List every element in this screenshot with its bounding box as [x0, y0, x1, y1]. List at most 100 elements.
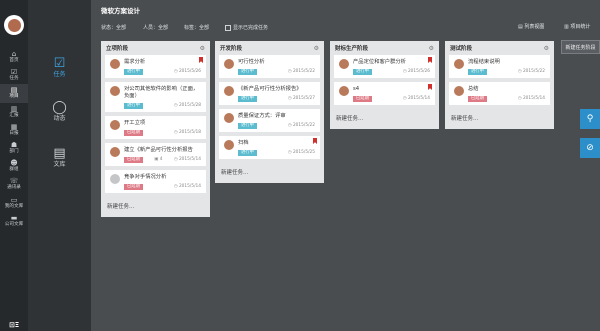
subnav-item-label: 文库 [53, 161, 66, 168]
unlink-button[interactable]: ⊘ [580, 138, 600, 158]
task-title: 流程结束说明 [468, 59, 500, 65]
nav-item[interactable]: ☏ 通讯录 [0, 175, 28, 193]
task-card[interactable]: 对公司其他软件的影响（正面，负面） 进行中 ◷ 2015/5/28 [105, 82, 206, 112]
stage-column: 财标生产阶段 ⚙ 产品定位和客户群分析 进行中 ◷ 2015/5/26 s4 已延期 ◷ 20… [330, 41, 439, 129]
assignee-avatar [224, 113, 234, 123]
nav-item[interactable]: ⌂ 首页 [0, 48, 28, 66]
nav-item-label: 通讯录 [7, 185, 21, 191]
subnav-item-label: 动态 [53, 115, 66, 122]
column-title: 财标生产阶段 [335, 46, 369, 52]
task-card[interactable]: 产品定位和客户群分析 进行中 ◷ 2015/5/26 [334, 55, 435, 78]
task-title: 竞争对手情况分析 [124, 174, 167, 180]
status-badge: 进行中 [238, 68, 257, 75]
sub-nav: ☑ 任务 ◯ 动态 ▤ 文库 [28, 0, 91, 331]
nav-item[interactable]: ☑ 任务 [0, 66, 28, 84]
my-library-icon: ▭ [10, 195, 18, 204]
new-task-link[interactable]: 新建任务... [101, 197, 210, 217]
nav-item[interactable]: ▤ 项目 [0, 84, 28, 103]
column-header: 测试阶段 ⚙ [445, 41, 554, 55]
subnav-item[interactable]: ▤ 文库 [28, 147, 91, 169]
gear-icon[interactable]: ⚙ [314, 45, 319, 52]
project-stats-link[interactable]: ▥ 项目统计 [564, 23, 590, 30]
task-card[interactable]: 总结 已延期 ◷ 2015/5/14 [449, 82, 550, 105]
due-date: ◷ 2015/5/14 [402, 96, 430, 101]
status-filter[interactable]: 状态：全部 [101, 24, 126, 31]
column-header: 开发阶段 ⚙ [215, 41, 324, 55]
show-done-label: 显示已完成任务 [233, 25, 269, 31]
gear-icon[interactable]: ⚙ [544, 45, 549, 52]
subnav-item[interactable]: ☑ 任务 [28, 57, 91, 79]
assignee-avatar [224, 86, 234, 96]
stage-column: 测试阶段 ⚙ 流程结束说明 进行中 ◷ 2015/5/22 总结 已延期 ◷ 2015/5/1… [445, 41, 554, 129]
nav-item-label: 首页 [9, 58, 19, 64]
status-badge: 已延期 [124, 156, 143, 163]
due-date: ◷ 2015/5/14 [173, 184, 201, 189]
top-bar: 微软方案设计 状态：全部 人员：全部 标签：全部 显示已完成任务 ▤ 列表视图 … [91, 0, 600, 40]
nav-item-label: 项目 [9, 94, 19, 100]
show-done-toggle[interactable]: 显示已完成任务 [225, 24, 268, 31]
task-title: 产品定位和客户群分析 [353, 59, 406, 65]
project-title: 微软方案设计 [101, 7, 140, 15]
task-card[interactable]: 《新产品可行性分析报告》 进行中 ◷ 2015/5/27 [219, 82, 320, 105]
nav-item-label: 我的文库 [4, 203, 24, 209]
checkbox-icon[interactable] [225, 24, 231, 31]
task-title: 《新产品可行性分析报告》 [238, 86, 302, 92]
task-card[interactable]: 竞争对手情况分析 已延期 ◷ 2015/5/14 [105, 170, 206, 193]
user-avatar[interactable] [4, 15, 24, 35]
gear-icon[interactable]: ⚙ [200, 45, 205, 52]
due-date: ◷ 2015/5/26 [173, 69, 201, 74]
person-filter[interactable]: 人员：全部 [143, 24, 168, 31]
flag-icon [428, 57, 432, 63]
task-card[interactable]: 开工立项已延期 ◷ 2015/5/18 [105, 116, 206, 139]
task-title: 质量保证方式：评审 [238, 113, 286, 119]
assignee-avatar [110, 174, 120, 184]
task-card[interactable]: 可行性分析 进行中 ◷ 2015/5/22 [219, 55, 320, 78]
new-task-stage-button[interactable]: 新建任务阶段 [561, 40, 600, 54]
document-icon: ▤ [53, 146, 66, 161]
nav-item-label: 群组 [9, 167, 19, 173]
search-button[interactable]: ⚲ [580, 109, 600, 129]
nav-item[interactable]: ▦ 日报 [0, 121, 28, 139]
column-header: 财标生产阶段 ⚙ [330, 41, 439, 55]
assignee-avatar [454, 59, 464, 69]
assignee-avatar [339, 59, 349, 69]
list-view-link[interactable]: ▤ 列表视图 [518, 23, 544, 30]
nav-item[interactable]: ☗ 部门 [0, 139, 28, 157]
task-card[interactable]: s4 已延期 ◷ 2015/5/14 [334, 82, 435, 105]
status-badge: 已延期 [124, 129, 143, 136]
task-card[interactable]: 需求分析进行中 ◷ 2015/5/26 [105, 55, 206, 78]
task-title: 总结 [468, 86, 479, 92]
due-date: ◷ 2015/5/25 [287, 150, 315, 155]
due-date: ◷ 2015/5/26 [402, 69, 430, 74]
search-icon: ⚲ [586, 114, 594, 124]
status-badge: 进行中 [124, 68, 143, 75]
report-icon: ▥ [10, 104, 18, 113]
status-badge: 进行中 [238, 122, 257, 129]
gear-icon[interactable]: ⚙ [429, 45, 434, 52]
task-title: 需求分析 [124, 59, 146, 65]
task-check-icon: ☑ [53, 56, 66, 71]
left-nav: ⌂ 首页 ☑ 任务 ▤ 项目 ▥ 汇报 ▦ 日报 ☗ 部门 ☻ 群组 ☏ 通讯录 ▭ 我的文库 ▬ 公司文库 ⊡Ξ [0, 0, 28, 331]
task-title: 开工立项 [124, 120, 146, 126]
list-view-label: 列表视图 [524, 24, 545, 30]
new-task-link[interactable]: 新建任务... [330, 109, 439, 129]
assignee-avatar [224, 140, 234, 150]
task-card[interactable]: 建立《新产品可行性分析报告 已延期 ▣ 4 ◷ 2015/5/14 [105, 143, 206, 166]
nav-item[interactable]: ▥ 汇报 [0, 103, 28, 121]
tag-filter[interactable]: 标签：全部 [184, 24, 209, 31]
new-task-link[interactable]: 新建任务... [445, 109, 554, 129]
nav-item[interactable]: ▭ 我的文库 [0, 194, 28, 212]
task-card[interactable]: 质量保证方式：评审 进行中 ◷ 2015/5/22 [219, 109, 320, 132]
new-task-link[interactable]: 新建任务... [215, 163, 324, 183]
subnav-item[interactable]: ◯ 动态 [28, 101, 91, 123]
nav-item[interactable]: ▬ 公司文库 [0, 212, 28, 230]
flag-icon [199, 57, 203, 63]
status-badge: 已延期 [124, 183, 143, 190]
assignee-avatar [110, 86, 120, 96]
assignee-avatar [110, 59, 120, 69]
nav-item[interactable]: ☻ 群组 [0, 157, 28, 175]
column-header: 立项阶段 ⚙ [101, 41, 210, 55]
task-card[interactable]: 流程结束说明 进行中 ◷ 2015/5/22 [449, 55, 550, 78]
due-date: ◷ 2015/5/18 [173, 130, 201, 135]
task-card[interactable]: 扫档 进行中 ◷ 2015/5/25 [219, 136, 320, 159]
